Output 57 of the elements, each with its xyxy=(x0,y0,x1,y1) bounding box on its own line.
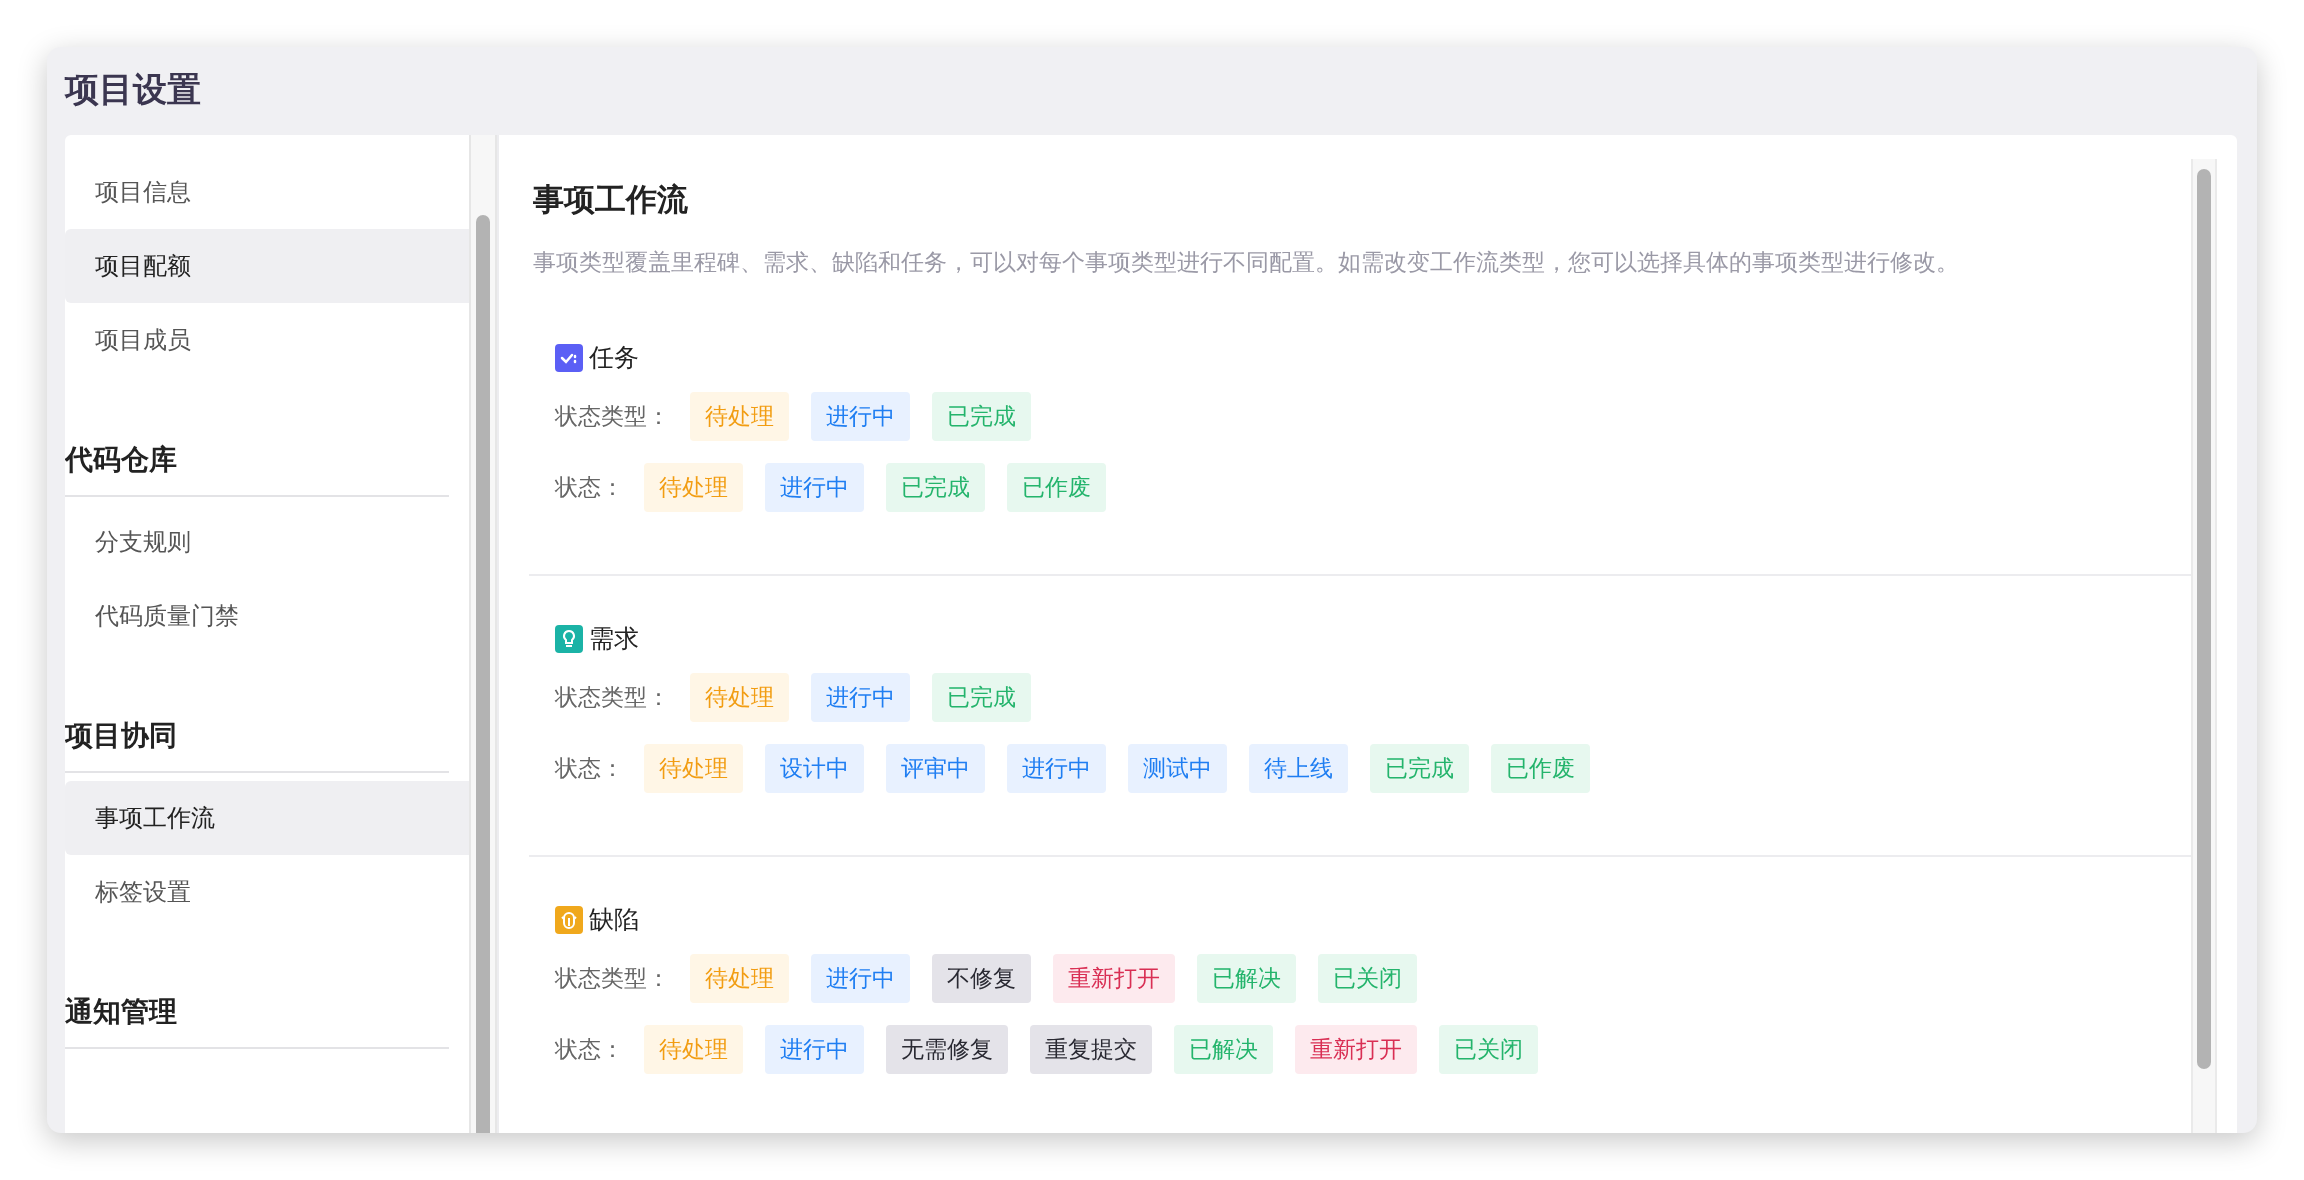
checkbox-icon xyxy=(555,343,583,372)
row-label: 状态类型： xyxy=(555,402,670,431)
description-text: 事项类型覆盖里程碑、需求、缺陷和任务，可以对每个事项类型进行不同配置。如需改变工作流类型，您可以选择具体的事项类型进行修改。 xyxy=(532,248,1960,277)
status-tag: 待处理 xyxy=(644,463,743,512)
status-tag: 已完成 xyxy=(886,463,985,512)
row-label: 状态类型： xyxy=(555,683,670,712)
status-tag: 进行中 xyxy=(811,673,910,722)
status-tag: 待处理 xyxy=(690,673,789,722)
status-tag: 重复提交 xyxy=(1030,1025,1152,1074)
status-tag: 不修复 xyxy=(932,954,1031,1003)
status-tag: 已解决 xyxy=(1174,1025,1273,1074)
status-tag: 设计中 xyxy=(765,744,864,793)
status-tag: 待处理 xyxy=(644,744,743,793)
sidebar-item[interactable]: 项目配额 xyxy=(65,229,469,303)
sidebar-item[interactable]: 项目成员 xyxy=(65,303,469,377)
sidebar-item[interactable]: 代码质量门禁 xyxy=(65,579,469,653)
bug-icon xyxy=(555,905,583,934)
status-tag: 进行中 xyxy=(1007,744,1106,793)
scrollbar-thumb[interactable] xyxy=(2197,169,2211,1069)
item-type-name: 缺陷 xyxy=(589,904,639,936)
status-tag: 已关闭 xyxy=(1439,1025,1538,1074)
status-tag: 已完成 xyxy=(1370,744,1469,793)
status-tag: 评审中 xyxy=(886,744,985,793)
sidebar-item[interactable]: 标签设置 xyxy=(65,855,469,929)
status-tag: 重新打开 xyxy=(1053,954,1175,1003)
sidebar-item[interactable]: 分支规则 xyxy=(65,505,469,579)
status-tag: 重新打开 xyxy=(1295,1025,1417,1074)
scrollbar-thumb[interactable] xyxy=(476,215,490,1133)
sidebar-group-title: 项目协同 xyxy=(65,703,449,773)
status-tag: 无需修复 xyxy=(886,1025,1008,1074)
status-tag: 待处理 xyxy=(690,954,789,1003)
status-tag: 已解决 xyxy=(1197,954,1296,1003)
status-tag: 已作废 xyxy=(1007,463,1106,512)
status-tag: 进行中 xyxy=(765,1025,864,1074)
sidebar-item[interactable]: 事项工作流 xyxy=(65,781,469,855)
status-tag: 已作废 xyxy=(1491,744,1590,793)
window-title: 项目设置 xyxy=(63,68,202,111)
row-label: 状态： xyxy=(555,754,624,783)
status-tag: 已完成 xyxy=(932,673,1031,722)
row-label: 状态类型： xyxy=(555,964,670,993)
status-tag: 进行中 xyxy=(811,392,910,441)
status-tag: 待处理 xyxy=(690,392,789,441)
status-tag: 待处理 xyxy=(644,1025,743,1074)
row-label: 状态： xyxy=(555,1035,624,1064)
sidebar-group-title: 通知管理 xyxy=(65,979,449,1049)
status-tag: 已完成 xyxy=(932,392,1031,441)
sidebar-item[interactable]: 项目信息 xyxy=(65,155,469,229)
status-tag: 测试中 xyxy=(1128,744,1227,793)
status-tag: 已关闭 xyxy=(1318,954,1417,1003)
lightbulb-icon xyxy=(555,624,583,653)
status-tag: 待上线 xyxy=(1249,744,1348,793)
section-title: 事项工作流 xyxy=(533,180,689,219)
status-tag: 进行中 xyxy=(765,463,864,512)
item-type-name: 需求 xyxy=(589,623,639,655)
status-tag: 进行中 xyxy=(811,954,910,1003)
row-label: 状态： xyxy=(555,473,624,502)
item-type-name: 任务 xyxy=(589,342,639,374)
